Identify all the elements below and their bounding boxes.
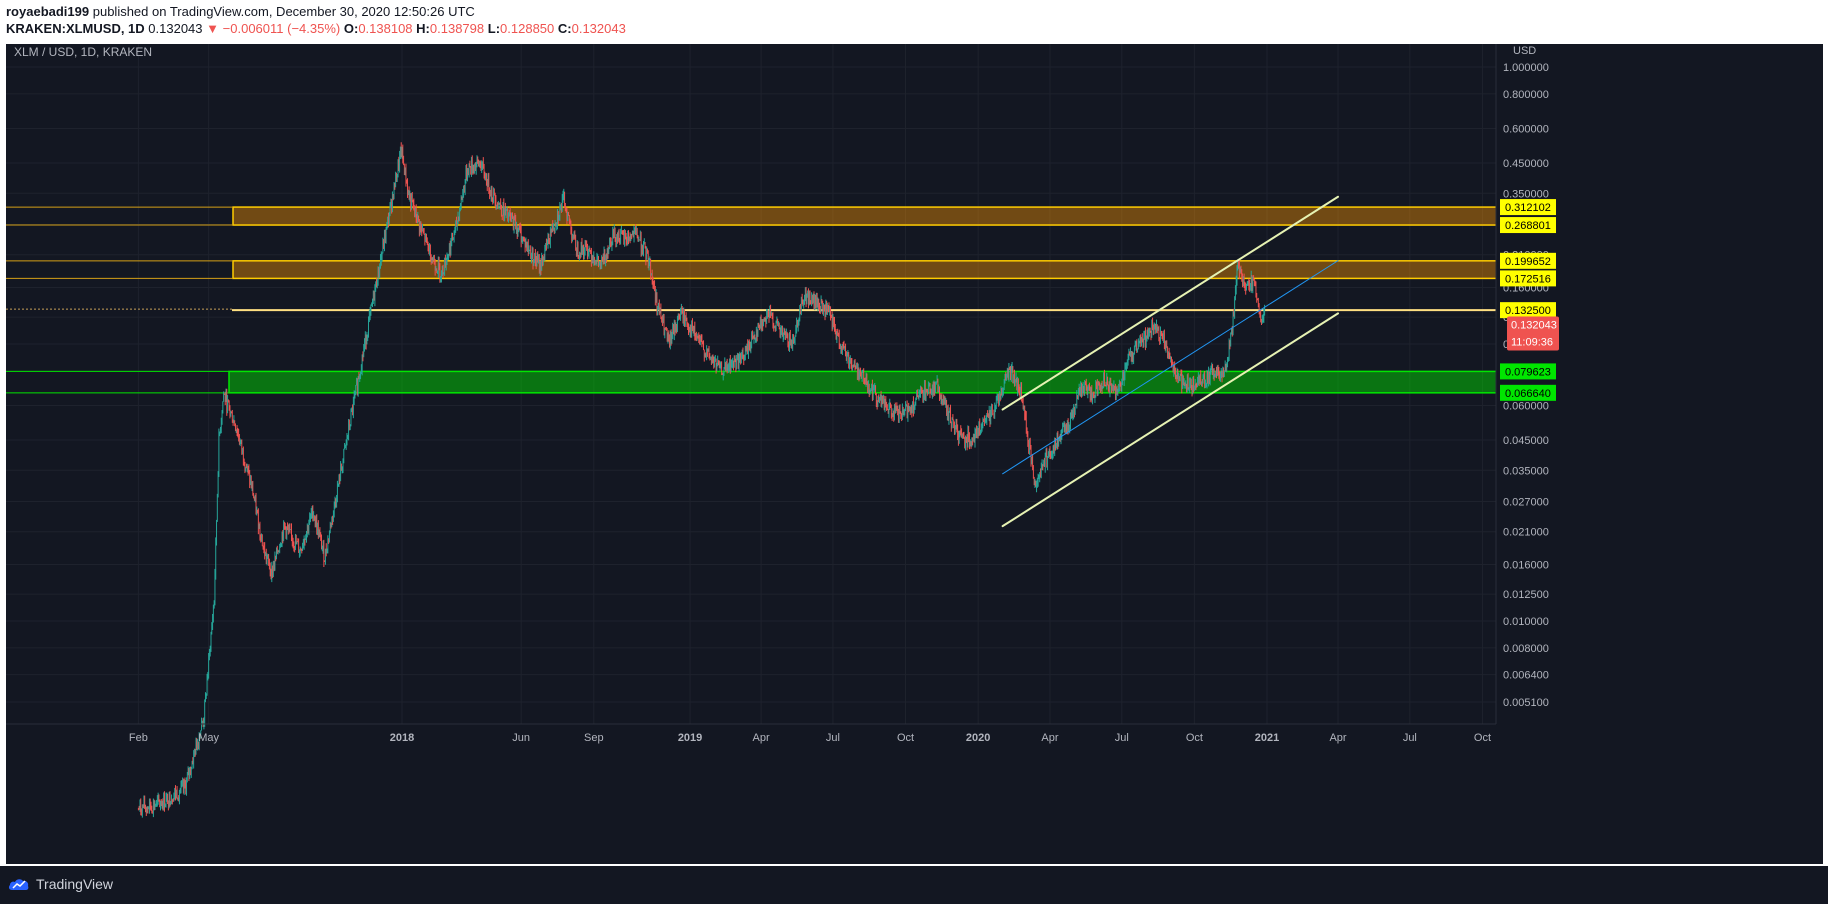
level-line-label: 0.132500 [1505,305,1551,317]
price-tick-label: 0.006400 [1503,670,1549,682]
axis-unit: USD [1513,45,1536,57]
price-tick-label: 0.005100 [1503,697,1549,709]
price-tick-label: 0.045000 [1503,435,1549,447]
published-text: published on TradingView.com, December 3… [92,4,475,19]
price-chart[interactable]: XLM / USD, 1D, KRAKEN 1.2500001.0000000.… [6,35,1823,864]
publisher-name[interactable]: royaebadi199 [6,4,89,19]
channel-mid-line [1002,260,1339,475]
publish-info: royaebadi199 published on TradingView.co… [6,4,475,19]
time-tick-label: May [198,732,219,744]
price-tick-label: 0.060000 [1503,400,1549,412]
countdown-label: 11:09:36 [1511,337,1553,349]
time-tick-label: 2020 [966,732,990,744]
low-label: L: [487,21,501,36]
chart-title: XLM / USD, 1D, KRAKEN [14,45,152,59]
time-tick-label: Oct [897,732,914,744]
low-value: 0.128850 [500,21,555,36]
down-arrow-icon: ▼ [206,21,220,36]
price-tick-label: 0.350000 [1503,188,1549,200]
price-tick-label: 0.450000 [1503,158,1549,170]
support-zone [228,370,1717,394]
resistance-zone-1-upper-label: 0.312102 [1505,202,1551,214]
high-label: H: [416,21,430,36]
candles-layer [137,142,1266,818]
time-tick-label: Oct [1186,732,1203,744]
tradingview-cloud-icon [8,879,29,890]
time-tick-label: Oct [1474,732,1491,744]
price-tick-label: 0.016000 [1503,559,1549,571]
time-tick-label: Jun [512,732,530,744]
time-tick-label: Apr [1041,732,1058,744]
time-tick-label: Jul [1115,732,1129,744]
channel-lower-line [1001,312,1340,528]
support-zone-upper-label: 0.079623 [1505,366,1551,378]
time-tick-label: Apr [1329,732,1346,744]
time-tick-label: 2018 [390,732,414,744]
symbol-label: KRAKEN:XLMUSD, 1D [6,21,145,36]
time-tick-label: Jul [1403,732,1417,744]
time-tick-label: Apr [753,732,770,744]
time-tick-label: Jul [826,732,840,744]
price-tick-label: 1.000000 [1503,62,1549,74]
resistance-zone-2-upper-label: 0.199652 [1505,256,1551,268]
price-tick-label: 0.010000 [1503,616,1549,628]
ohlc-info: KRAKEN:XLMUSD, 1D 0.132043 ▼ −0.006011 (… [6,21,626,36]
tradingview-logo[interactable]: TradingView [8,876,113,892]
tradingview-brand: TradingView [36,876,114,892]
support-zone-lower-label: 0.066640 [1505,388,1551,400]
publish-header: royaebadi199 published on TradingView.co… [0,0,1828,42]
open-label: O: [343,21,359,36]
footer: TradingView [0,866,1828,904]
time-tick-label: 2019 [678,732,702,744]
resistance-zone-2 [232,260,1717,280]
price-tick-label: 0.800000 [1503,89,1549,101]
close-label: C: [557,21,572,36]
price-tick-label: 0.035000 [1503,465,1549,477]
chart-area[interactable]: XLM / USD, 1D, KRAKEN 1.2500001.0000000.… [6,35,1823,864]
price-tick-label: 0.027000 [1503,497,1549,509]
resistance-zone-2-lower-label: 0.172516 [1505,273,1551,285]
time-axis[interactable]: Feb May 2018 Jun Sep 2019 Apr Jul Oct 2020 Apr Jul O… [129,732,1491,744]
time-tick-label: Feb [129,732,148,744]
resistance-zone-1-lower-label: 0.268801 [1505,220,1551,232]
price-tick-label: 0.008000 [1503,643,1549,655]
high-value: 0.138798 [429,21,485,36]
price-tick-label: 0.021000 [1503,527,1549,539]
open-value: 0.138108 [358,21,413,36]
price-change: −0.006011 (−4.35%) [222,21,341,36]
zones-layer [6,206,1717,394]
close-value: 0.132043 [571,21,626,36]
last-price: 0.132043 [148,21,203,36]
time-tick-label: 2021 [1255,732,1279,744]
last-price-label: 0.132043 [1511,320,1557,332]
price-tick-label: 0.012500 [1503,589,1549,601]
time-tick-label: Sep [584,732,604,744]
price-tick-label: 0.600000 [1503,123,1549,135]
